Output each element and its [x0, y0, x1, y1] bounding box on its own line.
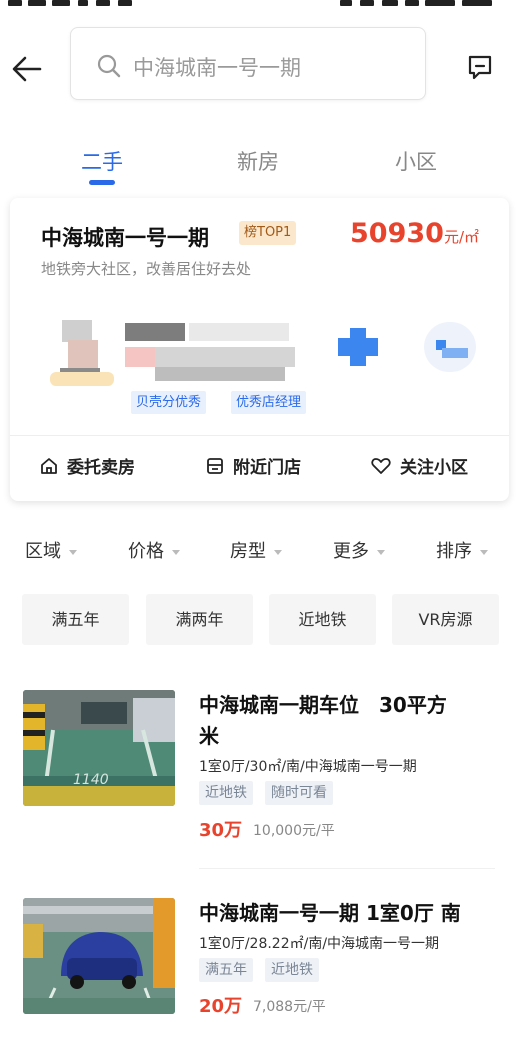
listing-title: 中海城南一号一期 1室0厅 南 [199, 901, 461, 925]
search-placeholder: 中海城南一号一期 [133, 56, 301, 80]
home-icon [41, 457, 57, 474]
dropdown-arrow-icon [274, 549, 282, 555]
ranking-badge: 榜TOP1 [239, 221, 297, 245]
status-bar [0, 0, 527, 14]
listing-unit-price: 10,000元/平 [253, 823, 335, 839]
listing-thumbnail: 1140 [23, 690, 175, 806]
tab-bar: 二手 新房 小区 [0, 140, 527, 190]
follow-community-button[interactable]: 关注小区 [370, 453, 468, 478]
listing-price: 30万 [199, 820, 243, 841]
back-arrow-icon[interactable] [10, 52, 44, 86]
agent-tag: 优秀店经理 [231, 391, 307, 414]
filter-region[interactable]: 区域 [25, 537, 77, 563]
follow-community-label: 关注小区 [400, 458, 468, 478]
chip-two-years[interactable]: 满两年 [146, 594, 253, 645]
active-tab-indicator [89, 180, 115, 185]
entrust-sale-button[interactable]: 委托卖房 [39, 453, 135, 478]
listing-thumbnail [23, 898, 175, 1014]
nearby-stores-button[interactable]: 附近门店 [205, 453, 301, 478]
list-divider [199, 868, 495, 869]
dropdown-arrow-icon [69, 549, 77, 555]
listing-title: 中海城南一期车位 30平方 [199, 693, 447, 717]
listing-tag: 满五年 [199, 958, 253, 982]
filter-more[interactable]: 更多 [333, 537, 385, 563]
listing-meta: 1室0厅/30㎡/南/中海城南一号一期 [199, 759, 417, 775]
chip-five-years[interactable]: 满五年 [22, 594, 129, 645]
card-divider [10, 435, 509, 436]
search-input[interactable]: 中海城南一号一期 [70, 27, 426, 100]
listing-tag: 随时可看 [265, 781, 333, 805]
dropdown-arrow-icon [480, 549, 488, 555]
chip-near-subway[interactable]: 近地铁 [269, 594, 376, 645]
community-card[interactable]: 中海城南一号一期 榜TOP1 50930元/㎡ 地铁旁大社区，改善居住好去处 贝… [10, 198, 509, 501]
filter-price[interactable]: 价格 [128, 537, 180, 563]
listing-item[interactable]: 1140 中海城南一期车位 30平方 米 1室0厅/30㎡/南/中海城南一号一期… [0, 688, 527, 878]
listing-item[interactable]: 中海城南一号一期 1室0厅 南 1室0厅/28.22㎡/南/中海城南一号一期 满… [0, 896, 527, 1046]
listing-title-cont: 米 [199, 724, 219, 748]
entrust-sale-label: 委托卖房 [67, 458, 135, 478]
dropdown-arrow-icon [172, 549, 180, 555]
store-icon [207, 457, 223, 474]
dropdown-arrow-icon [377, 549, 385, 555]
listing-tag: 近地铁 [265, 958, 319, 982]
listing-unit-price: 7,088元/平 [253, 999, 326, 1015]
tab-new-house[interactable]: 新房 [237, 146, 279, 176]
filter-bar: 区域 价格 房型 更多 排序 [0, 532, 527, 572]
phone-button-icon[interactable] [334, 322, 384, 372]
quick-filter-chips: 满五年 满两年 近地铁 VR房源 [0, 594, 527, 646]
community-name: 中海城南一号一期 [41, 226, 209, 250]
listing-price: 20万 [199, 996, 243, 1017]
search-icon [96, 53, 122, 79]
listing-tag: 近地铁 [199, 781, 253, 805]
listing-meta: 1室0厅/28.22㎡/南/中海城南一号一期 [199, 936, 440, 952]
filter-layout[interactable]: 房型 [230, 537, 282, 563]
heart-icon [371, 457, 391, 474]
tab-community[interactable]: 小区 [395, 146, 437, 176]
tab-second-hand[interactable]: 二手 [81, 146, 123, 176]
chip-vr-listing[interactable]: VR房源 [392, 594, 499, 645]
nearby-stores-label: 附近门店 [233, 458, 301, 478]
agent-info [125, 323, 295, 385]
message-icon[interactable] [465, 52, 495, 82]
agent-avatar[interactable] [50, 318, 130, 388]
community-price: 50930元/㎡ [350, 218, 479, 249]
parking-number: 1140 [73, 772, 109, 788]
chat-button-icon[interactable] [420, 322, 480, 372]
top-bar: 中海城南一号一期 [0, 22, 527, 112]
filter-sort[interactable]: 排序 [436, 537, 488, 563]
community-subtitle: 地铁旁大社区，改善居住好去处 [41, 260, 252, 278]
agent-tag: 贝壳分优秀 [131, 391, 207, 414]
